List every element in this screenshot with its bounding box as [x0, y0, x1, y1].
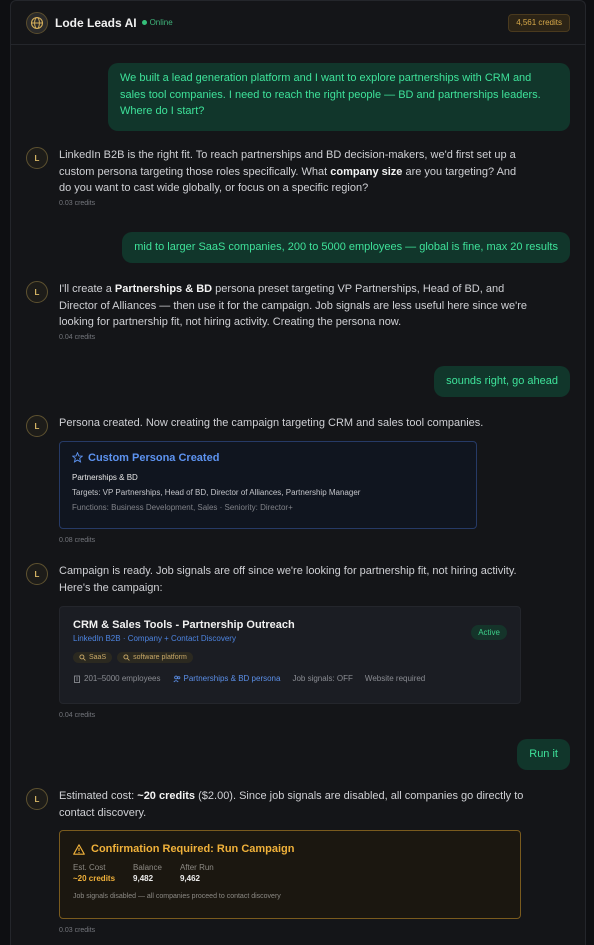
- employee-range: 201–5000 employees: [73, 674, 161, 683]
- campaign-meta: 201–5000 employees Partnerships & BD per…: [73, 674, 507, 683]
- website-required: Website required: [364, 674, 426, 683]
- campaign-title: CRM & Sales Tools - Partnership Outreach: [73, 619, 295, 631]
- campaign-card[interactable]: CRM & Sales Tools - Partnership Outreach…: [59, 606, 521, 704]
- status-dot-icon: [141, 20, 147, 25]
- assistant-message: L Persona created. Now creating the camp…: [26, 415, 570, 544]
- message-cost: 0.04 credits: [59, 333, 96, 341]
- app-logo: [26, 11, 48, 34]
- message-cost: 0.03 credits: [59, 927, 96, 934]
- building-icon: [74, 675, 80, 683]
- confirmation-title: Confirmation Required: Run Campaign: [73, 843, 507, 855]
- app-title: Lode Leads AI: [55, 15, 137, 30]
- assistant-message-text: I'll create a Partnerships & BD persona …: [59, 281, 529, 331]
- online-status: Online: [141, 18, 173, 27]
- message-cost: 0.08 credits: [59, 536, 96, 544]
- stat-value: 9,462: [179, 874, 200, 883]
- persona-functions: Functions: Business Development, Sales ·…: [72, 502, 293, 512]
- confirmation-note: Job signals disabled — all companies pro…: [73, 893, 281, 900]
- user-message: mid to larger SaaS companies, 200 to 500…: [122, 232, 570, 263]
- stat-label: Est. Cost: [73, 863, 106, 872]
- persona-name: Partnerships & BD: [72, 472, 138, 482]
- star-icon: [72, 452, 83, 463]
- persona-targets: Targets: VP Partnerships, Head of BD, Di…: [72, 487, 361, 497]
- persona-card[interactable]: Custom Persona Created Partnerships & BD…: [59, 440, 477, 529]
- user-message-text: We built a lead generation platform and …: [120, 72, 541, 117]
- stat-value: 9,482: [133, 874, 154, 883]
- persona-card-title: Custom Persona Created: [72, 452, 464, 464]
- stat-balance: Balance 9,482: [133, 863, 162, 883]
- assistant-message: L I'll create a Partnerships & BD person…: [26, 281, 570, 341]
- assistant-avatar: L: [26, 563, 48, 585]
- text-bold: Partnerships & BD: [114, 283, 213, 295]
- assistant-message: L Campaign is ready. Job signals are off…: [26, 563, 570, 719]
- globe-icon: [30, 16, 44, 29]
- chat-window: Lode Leads AI Online 4,561 credits We bu…: [10, 0, 586, 945]
- chat-header: Lode Leads AI Online 4,561 credits: [11, 1, 585, 45]
- persona-link[interactable]: Partnerships & BD persona: [172, 674, 281, 683]
- stat-after-run: After Run 9,462: [180, 863, 214, 883]
- message-cost: 0.03 credits: [59, 199, 96, 207]
- user-message: Run it: [517, 739, 570, 770]
- stat-value: ~20 credits: [73, 874, 116, 883]
- tag-label: software platform: [133, 654, 187, 661]
- assistant-message-text: Persona created. Now creating the campai…: [59, 417, 484, 429]
- user-message: We built a lead generation platform and …: [108, 63, 570, 131]
- campaign-status-badge: Active: [471, 625, 507, 640]
- assistant-avatar: L: [26, 281, 48, 303]
- tag-label: SaaS: [89, 654, 107, 661]
- user-message: sounds right, go ahead: [434, 366, 570, 397]
- assistant-message-text: Campaign is ready. Job signals are off s…: [59, 565, 517, 594]
- search-icon: [79, 654, 86, 661]
- stat-label: Balance: [133, 863, 162, 872]
- stat-est-cost: Est. Cost ~20 credits: [73, 863, 115, 883]
- employee-range-text: 201–5000 employees: [84, 674, 161, 683]
- credits-badge[interactable]: 4,561 credits: [508, 13, 570, 32]
- campaign-tags: SaaS software platform: [73, 652, 507, 663]
- text-segment: Estimated cost:: [59, 790, 138, 802]
- text-bold: ~20 credits: [137, 790, 196, 802]
- text-bold: company size: [330, 165, 403, 178]
- assistant-avatar: L: [26, 788, 48, 810]
- campaign-subtitle: LinkedIn B2B · Company + Contact Discove…: [73, 634, 236, 643]
- stat-label: After Run: [179, 863, 214, 872]
- user-message-text: Run it: [529, 748, 558, 760]
- assistant-message: L LinkedIn B2B is the right fit. To reac…: [26, 147, 570, 207]
- job-signals: Job signals: OFF: [292, 674, 353, 683]
- warning-icon: [73, 843, 85, 855]
- user-message-text: sounds right, go ahead: [446, 375, 558, 387]
- search-icon: [123, 654, 130, 661]
- assistant-message-text: Estimated cost: ~20 credits ($2.00). Sin…: [59, 788, 529, 821]
- tag-chip[interactable]: software platform: [117, 652, 193, 663]
- text-segment: I'll create a: [59, 283, 115, 295]
- status-label: Online: [149, 18, 173, 27]
- user-message-text: mid to larger SaaS companies, 200 to 500…: [134, 241, 558, 253]
- tag-chip[interactable]: SaaS: [73, 652, 113, 663]
- cost-stats: Est. Cost ~20 credits Balance 9,482 Afte…: [73, 863, 507, 883]
- assistant-message-text: LinkedIn B2B is the right fit. To reach …: [59, 147, 529, 197]
- assistant-avatar: L: [26, 147, 48, 169]
- assistant-message: L Estimated cost: ~20 credits ($2.00). S…: [26, 788, 570, 934]
- confirmation-card[interactable]: Confirmation Required: Run Campaign Est.…: [59, 830, 521, 919]
- persona-link-text: Partnerships & BD persona: [183, 674, 281, 683]
- persona-card-title-text: Custom Persona Created: [88, 451, 220, 464]
- assistant-avatar: L: [26, 415, 48, 437]
- confirmation-title-text: Confirmation Required: Run Campaign: [91, 843, 295, 855]
- message-cost: 0.04 credits: [59, 712, 96, 719]
- users-icon: [172, 675, 180, 682]
